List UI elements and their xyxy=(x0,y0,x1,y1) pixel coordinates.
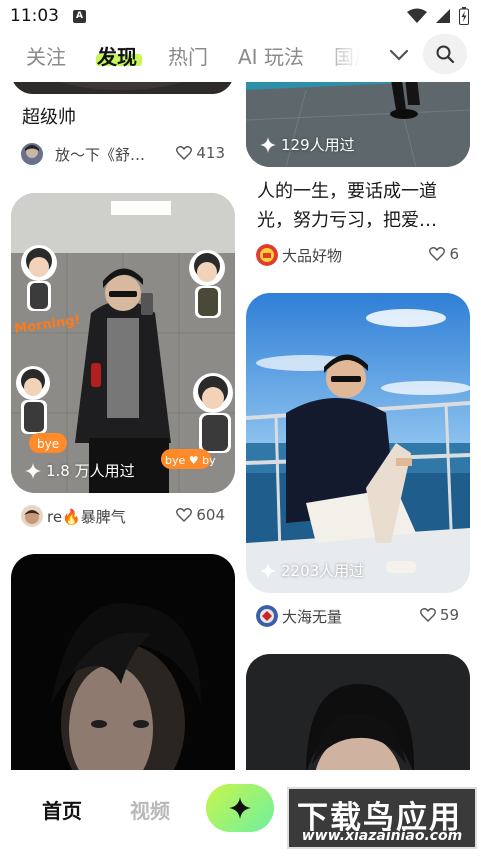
heart-icon xyxy=(429,247,446,261)
top-tab-bar: 关注 发现 热门 AI 玩法 国风 xyxy=(0,34,481,82)
wifi-icon xyxy=(407,8,427,23)
like-count-value: 413 xyxy=(196,144,225,162)
card-photo: Morning! bye bye ♥ by xyxy=(11,193,235,493)
like-count-value: 59 xyxy=(439,606,459,624)
card-title-line: 光，努力亏习，把爱… xyxy=(257,210,437,231)
avatar[interactable] xyxy=(256,244,278,266)
author-name[interactable]: 放～下《舒… xyxy=(55,144,145,165)
heart-icon xyxy=(176,146,193,160)
usage-count: 1.8 万人用过 xyxy=(46,462,135,480)
author-name[interactable]: re🔥暴脾气 xyxy=(47,506,126,527)
card-title: 人的一生，要话成一道 光，努力亏习，把爱… xyxy=(257,177,467,235)
like-count[interactable]: 6 xyxy=(429,245,459,263)
author-name[interactable]: 大海无量 xyxy=(282,606,342,627)
card-title: 超级帅 xyxy=(22,107,76,128)
card-photo xyxy=(246,293,470,593)
status-bar: 11:03 A xyxy=(0,0,481,34)
sparkle-icon xyxy=(260,562,276,579)
card-meta: 大品好物 6 xyxy=(256,244,459,268)
svg-text:bye ♥ by: bye ♥ by xyxy=(165,454,216,467)
usage-badge: 1.8 万人用过 xyxy=(25,460,135,481)
usage-count: 129人用过 xyxy=(281,136,355,154)
like-count-value: 6 xyxy=(449,245,459,263)
svg-text:bye: bye xyxy=(37,437,59,451)
avatar[interactable] xyxy=(256,605,278,627)
like-count-value: 604 xyxy=(196,506,225,524)
watermark-logo: 下载鸟应用 www.xiazainiao.com xyxy=(287,787,477,849)
status-time: 11:03 xyxy=(10,6,59,26)
like-count[interactable]: 413 xyxy=(176,144,225,162)
like-count[interactable]: 604 xyxy=(176,506,225,524)
heart-icon xyxy=(176,508,193,522)
card-meta: 放～下《舒… 413 xyxy=(21,143,225,167)
bottom-nav: 首页 视频 下载鸟应用 www.xiazainiao.com xyxy=(0,770,481,856)
card-title-line: 人的一生，要话成一道 xyxy=(257,181,437,202)
tab-discover[interactable]: 发现 xyxy=(97,41,137,70)
avatar[interactable] xyxy=(21,143,43,165)
nav-video[interactable]: 视频 xyxy=(130,795,170,824)
battery-icon xyxy=(459,7,469,25)
search-button[interactable] xyxy=(423,34,467,74)
signal-icon xyxy=(436,9,450,23)
tab-fade xyxy=(318,34,378,82)
sparkle-icon xyxy=(229,797,251,819)
avatar[interactable] xyxy=(21,505,43,527)
author-name[interactable]: 大品好物 xyxy=(282,245,342,266)
create-button[interactable] xyxy=(206,784,274,832)
chevron-down-icon[interactable] xyxy=(388,48,410,62)
usage-count: 2203人用过 xyxy=(281,562,365,580)
feed-card-image[interactable]: Morning! bye bye ♥ by 1.8 万人用过 xyxy=(11,193,235,493)
like-count[interactable]: 59 xyxy=(419,606,459,624)
search-icon xyxy=(436,45,455,64)
usage-badge: 129人用过 xyxy=(260,134,355,155)
tab-follow[interactable]: 关注 xyxy=(26,41,66,70)
usage-badge: 2203人用过 xyxy=(260,560,364,581)
tab-hot[interactable]: 热门 xyxy=(168,41,208,70)
nav-home[interactable]: 首页 xyxy=(42,795,82,824)
card-meta: re🔥暴脾气 604 xyxy=(21,505,225,529)
feed-card-image[interactable]: 2203人用过 xyxy=(246,293,470,593)
sparkle-icon xyxy=(260,136,276,153)
card-meta: 大海无量 59 xyxy=(256,605,459,629)
heart-icon xyxy=(419,608,436,622)
sparkle-icon xyxy=(25,462,41,479)
tab-ai-play[interactable]: AI 玩法 xyxy=(238,41,304,70)
notification-icon: A xyxy=(73,10,86,23)
watermark-url: www.xiazainiao.com xyxy=(301,828,463,844)
